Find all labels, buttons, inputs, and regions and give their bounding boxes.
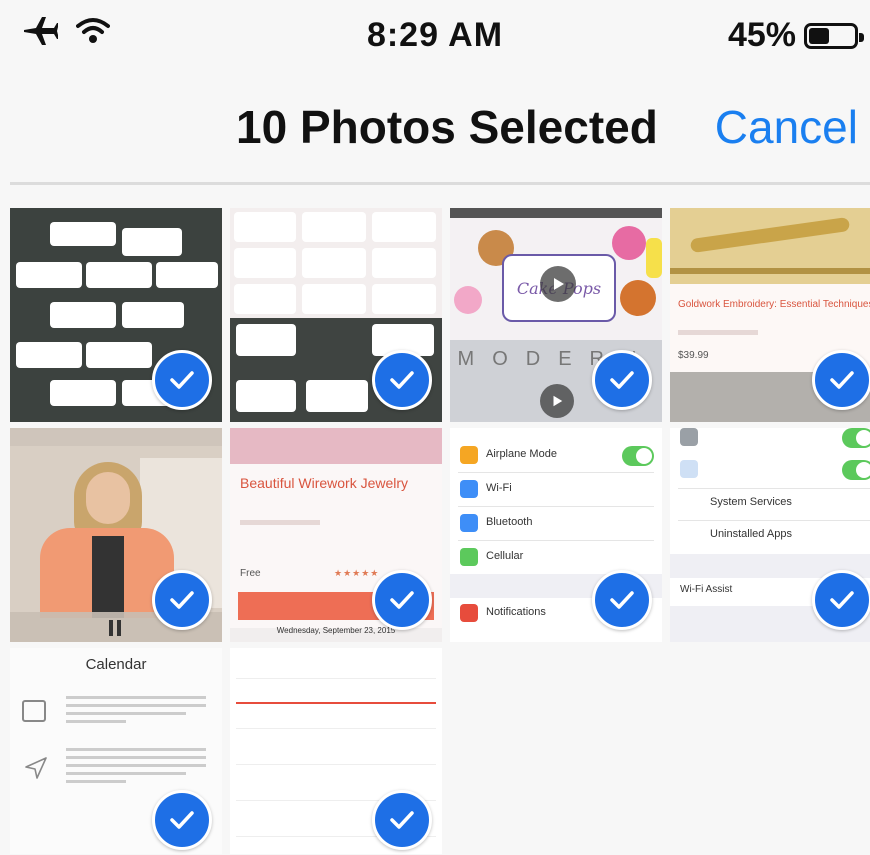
checkmark-icon <box>390 371 414 389</box>
photo-thumbnail[interactable]: System Services Uninstalled Apps Wi-Fi A… <box>670 428 870 642</box>
settings-row: System Services <box>710 496 792 508</box>
divider <box>10 182 870 185</box>
page-title: 10 Photos Selected <box>236 101 658 153</box>
checkmark-icon <box>610 591 634 609</box>
checkmark-icon <box>390 591 414 609</box>
settings-row: Notifications <box>486 606 546 618</box>
cancel-button[interactable]: Cancel <box>715 100 858 154</box>
photo-thumbnail[interactable]: Beautiful Wirework Jewelry Free ★★★★★ We… <box>230 428 442 642</box>
selected-checkmark <box>372 790 432 850</box>
pause-icon <box>108 620 122 636</box>
play-icon <box>540 266 576 302</box>
checkmark-icon <box>170 591 194 609</box>
selected-checkmark <box>592 350 652 410</box>
photo-thumbnail[interactable]: Calendar <box>10 648 222 854</box>
status-bar: 8:29 AM 45% <box>0 0 870 80</box>
photo-thumbnail[interactable]: Cake Pops MODERN <box>450 208 662 422</box>
checkmark-icon <box>170 371 194 389</box>
selected-checkmark <box>372 350 432 410</box>
play-icon <box>540 384 574 418</box>
photo-thumbnail[interactable] <box>10 428 222 642</box>
checkmark-icon <box>610 371 634 389</box>
photo-thumbnail[interactable]: Goldwork Embroidery: Essential Technique… <box>670 208 870 422</box>
selected-checkmark <box>372 570 432 630</box>
photo-thumbnail[interactable] <box>10 208 222 422</box>
selected-checkmark <box>152 570 212 630</box>
selected-checkmark <box>812 570 870 630</box>
selected-checkmark <box>592 570 652 630</box>
settings-row: Airplane Mode <box>486 448 557 460</box>
class-title: Beautiful Wirework Jewelry <box>240 475 409 491</box>
calendar-title: Calendar <box>85 656 147 673</box>
photo-thumbnail[interactable] <box>230 648 442 854</box>
checkmark-icon <box>830 371 854 389</box>
class-price: $39.99 <box>678 350 709 361</box>
settings-row: Bluetooth <box>486 516 533 528</box>
settings-row: Uninstalled Apps <box>710 528 792 540</box>
selected-checkmark <box>152 350 212 410</box>
price-label: Free <box>240 568 261 579</box>
selected-checkmark <box>812 350 870 410</box>
battery-percent: 45% <box>727 16 796 54</box>
checkmark-icon <box>170 811 194 829</box>
nav-bar: 10 Photos Selected Cancel <box>0 80 870 180</box>
selected-checkmark <box>152 790 212 850</box>
settings-row: Wi-Fi <box>486 482 512 494</box>
class-title: Goldwork Embroidery: Essential Technique… <box>678 299 870 310</box>
checkmark-icon <box>390 811 414 829</box>
settings-row: Wi-Fi Assist <box>680 584 733 595</box>
battery-icon <box>804 22 864 49</box>
location-icon <box>24 756 48 785</box>
settings-row: Cellular <box>486 550 524 562</box>
calendar-icon <box>22 700 46 722</box>
photo-thumbnail[interactable]: Airplane Mode Wi-Fi Bluetooth Cellular N… <box>450 428 662 642</box>
photo-thumbnail[interactable] <box>230 208 442 422</box>
checkmark-icon <box>830 591 854 609</box>
